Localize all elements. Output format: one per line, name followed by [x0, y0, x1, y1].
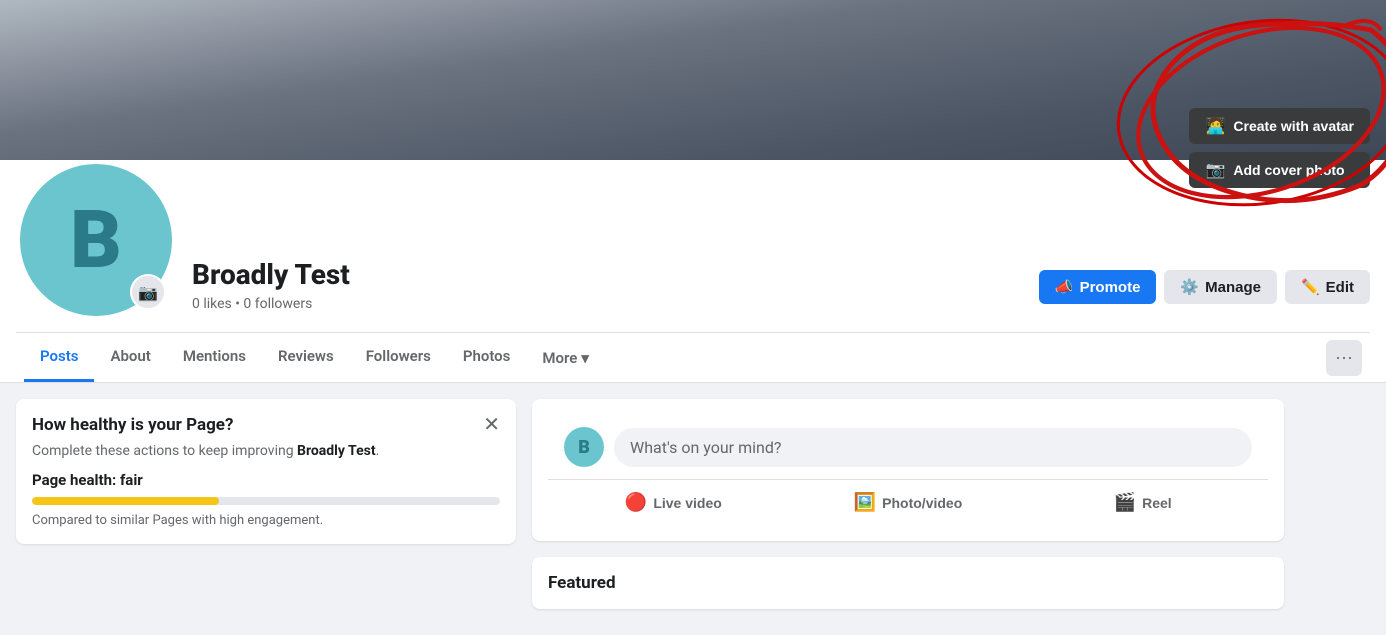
camera-badge-icon: 📷 [138, 283, 158, 302]
edit-button[interactable]: ✏️ Edit [1285, 270, 1370, 304]
live-video-icon: 🔴 [625, 492, 647, 513]
post-composer-card: B What's on your mind? 🔴 Live video 🖼️ P… [532, 399, 1284, 541]
page-health-card: How healthy is your Page? ✕ Complete the… [16, 399, 516, 544]
nav-tabs: Posts About Mentions Reviews Followers P… [16, 332, 1370, 382]
health-label: Page health: fair [32, 471, 500, 489]
manage-button[interactable]: ⚙️ Manage [1164, 270, 1277, 304]
post-input-field[interactable]: What's on your mind? [614, 428, 1252, 467]
main-content: How healthy is your Page? ✕ Complete the… [0, 383, 1300, 625]
add-cover-photo-button[interactable]: 📷 Add cover photo [1189, 152, 1370, 188]
create-avatar-label: Create with avatar [1233, 118, 1354, 134]
create-with-avatar-button[interactable]: 🧑‍💻 Create with avatar [1189, 108, 1370, 144]
avatar-icon: 🧑‍💻 [1205, 116, 1225, 136]
reel-icon: 🎬 [1114, 492, 1136, 513]
camera-icon: 📷 [1205, 160, 1225, 180]
chevron-down-icon: ▾ [581, 349, 589, 367]
post-composer-avatar: B [564, 427, 604, 467]
health-comparison-text: Compared to similar Pages with high enga… [32, 513, 500, 528]
avatar-wrapper: B 📷 [16, 160, 176, 320]
tab-about[interactable]: About [94, 333, 166, 382]
featured-title: Featured [548, 573, 1268, 593]
profile-info: Broadly Test 0 likes • 0 followers [192, 258, 1023, 320]
page-name: Broadly Test [192, 258, 1023, 292]
manage-icon: ⚙️ [1180, 278, 1199, 296]
nav-dots-button[interactable]: ··· [1326, 340, 1362, 376]
post-actions-row: 🔴 Live video 🖼️ Photo/video 🎬 Reel [548, 479, 1268, 525]
reel-button[interactable]: 🎬 Reel [1025, 484, 1260, 521]
photo-video-button[interactable]: 🖼️ Photo/video [791, 484, 1026, 521]
change-avatar-button[interactable]: 📷 [130, 274, 166, 310]
profile-actions: 📣 Promote ⚙️ Manage ✏️ Edit [1039, 270, 1370, 320]
health-bar-fill [32, 497, 219, 505]
tab-mentions[interactable]: Mentions [167, 333, 262, 382]
tab-more-button[interactable]: More ▾ [526, 335, 604, 381]
promote-button[interactable]: 📣 Promote [1039, 270, 1157, 304]
profile-top-row: B 📷 Broadly Test 0 likes • 0 followers 📣… [16, 160, 1370, 332]
page-health-description: Complete these actions to keep improving… [32, 443, 500, 459]
post-input-row: B What's on your mind? [548, 415, 1268, 479]
promote-icon: 📣 [1055, 278, 1074, 296]
profile-section: B 📷 Broadly Test 0 likes • 0 followers 📣… [0, 160, 1386, 383]
close-health-card-button[interactable]: ✕ [483, 415, 500, 435]
add-cover-label: Add cover photo [1233, 162, 1344, 178]
tab-followers[interactable]: Followers [350, 333, 447, 382]
page-stats: 0 likes • 0 followers [192, 296, 1023, 312]
cover-buttons-container: 🧑‍💻 Create with avatar 📷 Add cover photo [1189, 108, 1370, 188]
tab-reviews[interactable]: Reviews [262, 333, 350, 382]
photo-video-icon: 🖼️ [854, 492, 876, 513]
page-health-title: How healthy is your Page? [32, 415, 233, 435]
tab-posts[interactable]: Posts [24, 333, 94, 382]
right-panel: B What's on your mind? 🔴 Live video 🖼️ P… [532, 399, 1284, 609]
featured-card: Featured [532, 557, 1284, 609]
edit-icon: ✏️ [1301, 278, 1320, 296]
health-bar-background [32, 497, 500, 505]
live-video-button[interactable]: 🔴 Live video [556, 484, 791, 521]
left-panel: How healthy is your Page? ✕ Complete the… [16, 399, 516, 609]
tab-photos[interactable]: Photos [447, 333, 527, 382]
page-health-header: How healthy is your Page? ✕ [32, 415, 500, 435]
